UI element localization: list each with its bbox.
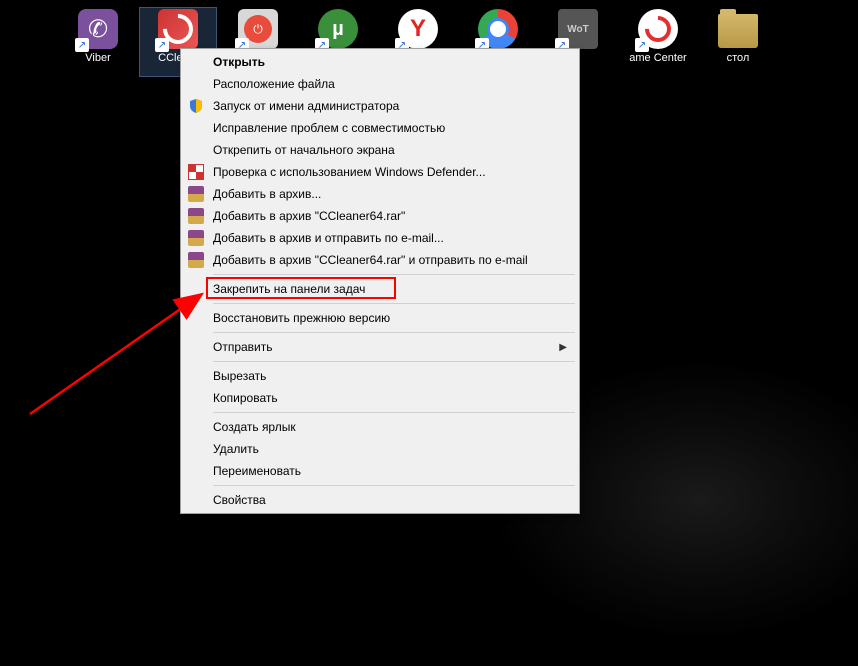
menu-item-17[interactable]: Вырезать [183, 365, 577, 387]
ccleaner-icon: ↗ [157, 8, 199, 50]
menu-separator [213, 412, 575, 413]
menu-item-label: Свойства [213, 493, 266, 507]
menu-item-label: Закрепить на панели задач [213, 282, 365, 296]
desktop-icon-gamecenter[interactable]: ↗ame Center [620, 8, 696, 76]
menu-item-1[interactable]: Расположение файла [183, 73, 577, 95]
desktop-icon-label: Viber [85, 52, 110, 65]
menu-separator [213, 485, 575, 486]
menu-separator [213, 361, 575, 362]
menu-item-label: Удалить [213, 442, 259, 456]
yandex-icon: Y↗ [397, 8, 439, 50]
menu-item-label: Открыть [213, 55, 265, 69]
viber-icon: ✆↗ [77, 8, 119, 50]
menu-separator [213, 274, 575, 275]
menu-item-label: Переименовать [213, 464, 301, 478]
menu-item-label: Добавить в архив "CCleaner64.rar" [213, 209, 405, 223]
menu-separator [213, 332, 575, 333]
menu-item-label: Восстановить прежнюю версию [213, 311, 390, 325]
menu-item-label: Проверка с использованием Windows Defend… [213, 165, 486, 179]
menu-item-11[interactable]: Закрепить на панели задач [183, 278, 577, 300]
shortcut-arrow-icon: ↗ [635, 38, 649, 52]
menu-item-18[interactable]: Копировать [183, 387, 577, 409]
shortcut-arrow-icon: ↗ [155, 38, 169, 52]
chrome-icon: ↗ [477, 8, 519, 50]
menu-item-6[interactable]: Добавить в архив... [183, 183, 577, 205]
winrar-icon [187, 185, 205, 203]
menu-item-0[interactable]: Открыть [183, 51, 577, 73]
menu-item-9[interactable]: Добавить в архив "CCleaner64.rar" и отпр… [183, 249, 577, 271]
menu-item-label: Отправить [213, 340, 273, 354]
winrar-icon [187, 251, 205, 269]
menu-item-label: Создать ярлык [213, 420, 296, 434]
menu-item-13[interactable]: Восстановить прежнюю версию [183, 307, 577, 329]
desktop-icon-folder[interactable]: стол [700, 8, 776, 76]
shutdown-icon: ⏻↗ [237, 8, 279, 50]
desktop-icon-label: стол [727, 52, 750, 65]
menu-item-24[interactable]: Свойства [183, 489, 577, 511]
menu-item-2[interactable]: Запуск от имени администратора [183, 95, 577, 117]
folder-icon [717, 8, 759, 50]
menu-item-5[interactable]: Проверка с использованием Windows Defend… [183, 161, 577, 183]
desktop[interactable]: ✆↗Viber↗CClea...⏻↗µ↗Y↗↗WoT↗↗ame Centerст… [0, 0, 858, 666]
winrar-icon [187, 207, 205, 225]
defender-icon [187, 163, 205, 181]
shield-icon [187, 97, 205, 115]
menu-item-7[interactable]: Добавить в архив "CCleaner64.rar" [183, 205, 577, 227]
menu-item-4[interactable]: Открепить от начального экрана [183, 139, 577, 161]
menu-item-21[interactable]: Удалить [183, 438, 577, 460]
desktop-icon-viber[interactable]: ✆↗ Viber [60, 8, 136, 76]
menu-item-label: Вырезать [213, 369, 266, 383]
menu-item-label: Добавить в архив... [213, 187, 321, 201]
wot-icon: WoT↗ [557, 8, 599, 50]
menu-item-15[interactable]: Отправить ▶ [183, 336, 577, 358]
menu-item-label: Расположение файла [213, 77, 335, 91]
menu-item-label: Запуск от имени администратора [213, 99, 399, 113]
desktop-icon-label: ame Center [629, 52, 686, 65]
menu-separator [213, 303, 575, 304]
menu-item-20[interactable]: Создать ярлык [183, 416, 577, 438]
menu-item-label: Исправление проблем с совместимостью [213, 121, 445, 135]
menu-item-3[interactable]: Исправление проблем с совместимостью [183, 117, 577, 139]
context-menu: Открыть Расположение файла Запуск от имени… [180, 48, 580, 514]
menu-item-label: Копировать [213, 391, 278, 405]
shortcut-arrow-icon: ↗ [75, 38, 89, 52]
utorrent-icon: µ↗ [317, 8, 359, 50]
gamecenter-icon: ↗ [637, 8, 679, 50]
menu-item-label: Добавить в архив и отправить по e-mail..… [213, 231, 444, 245]
chevron-right-icon: ▶ [559, 342, 567, 353]
menu-item-8[interactable]: Добавить в архив и отправить по e-mail..… [183, 227, 577, 249]
menu-item-label: Открепить от начального экрана [213, 143, 395, 157]
menu-item-22[interactable]: Переименовать [183, 460, 577, 482]
menu-item-label: Добавить в архив "CCleaner64.rar" и отпр… [213, 253, 528, 267]
winrar-icon [187, 229, 205, 247]
